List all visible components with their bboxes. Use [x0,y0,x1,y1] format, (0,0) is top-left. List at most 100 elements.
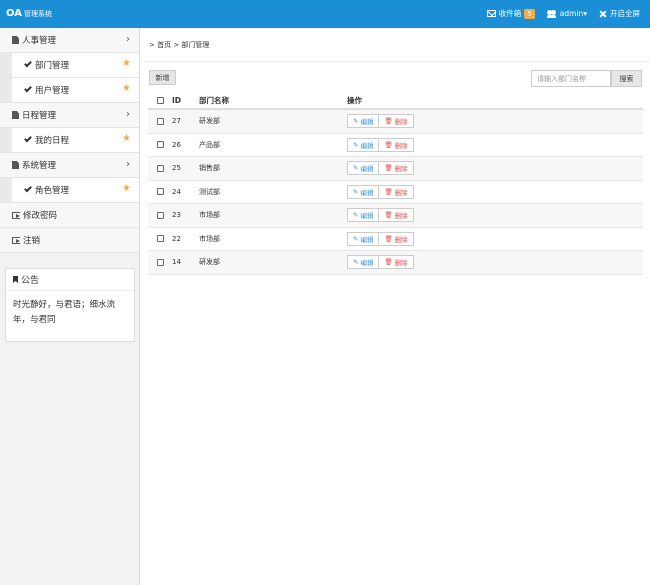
edit-button[interactable]: ✎ 编辑 [347,231,380,246]
sidebar-item-users[interactable]: 用户管理 ★ [0,78,139,103]
edit-button[interactable]: ✎ 编辑 [347,255,380,270]
row-department-name: 测试部 [199,187,220,196]
delete-button[interactable]: 🗑 删除 [379,255,414,270]
row-select-cell [148,117,172,125]
edit-label: 编辑 [360,141,374,150]
edit-label: 编辑 [360,118,374,127]
sign-out-icon [12,211,20,219]
trash-icon: 🗑 [384,234,393,243]
top-bar: OA 管理系统 收件箱 5 admin▾ 开启全屏 [0,0,650,28]
sidebar-group-hr[interactable]: 人事管理 › [0,28,139,53]
sidebar-item-label: 我的日程 [35,136,70,146]
inbox-label: 收件箱 [498,9,522,18]
table-row: 24 测试部 ✎ 编辑 🗑 删除 [148,181,643,204]
sidebar-item-roles[interactable]: 角色管理 ★ [0,178,139,203]
table-row: 14 研发部 ✎ 编辑 🗑 删除 [148,251,643,275]
row-checkbox[interactable] [156,235,164,243]
row-select-cell [148,258,172,266]
edit-label: 编辑 [360,165,374,174]
row-actions: ✎ 编辑 🗑 删除 [347,255,643,270]
edit-button[interactable]: ✎ 编辑 [347,114,380,129]
row-actions: ✎ 编辑 🗑 删除 [347,208,643,223]
sidebar-group-schedule[interactable]: 日程管理 › [0,103,139,128]
edit-icon: ✎ [353,187,359,196]
inbox-count-badge: 5 [524,8,535,19]
user-name: admin▾ [559,9,587,18]
trash-icon: 🗑 [384,211,393,220]
row-checkbox[interactable] [156,141,164,149]
app-brand[interactable]: OA 管理系统 [6,8,52,19]
sidebar-item-logout[interactable]: 注销 [0,228,139,253]
check-icon [24,184,32,193]
sidebar-group-system[interactable]: 系统管理 › [0,153,139,178]
table-header: ID 部门名称 操作 [148,92,643,110]
select-all-checkbox[interactable] [156,96,164,104]
delete-label: 删除 [394,118,408,127]
sidebar-group-label: 系统管理 [22,161,57,171]
row-checkbox[interactable] [156,164,164,172]
add-department-button[interactable]: 新增 [149,70,176,85]
edit-icon: ✎ [353,258,359,267]
main-content: > 首页 > 部门管理 新增 搜索 ID 部门名称 操作 27研发部✎编辑🗑删除… [141,28,650,585]
search-button[interactable]: 搜索 [611,70,642,87]
row-checkbox[interactable] [156,188,164,196]
sidebar-item-change-password[interactable]: 修改密码 [0,203,139,228]
row-checkbox[interactable] [156,211,164,219]
sidebar-item-label: 注销 [23,236,41,246]
chevron-right-icon: › [126,159,130,170]
fullscreen-label: 开启全屏 [610,9,640,18]
search-input[interactable] [531,70,611,87]
file-icon [12,161,19,169]
sidebar-item-department[interactable]: 部门管理 ★ [0,53,139,78]
row-checkbox[interactable] [156,117,164,125]
chevron-right-icon: › [126,109,130,120]
row-actions: ✎ 编辑 🗑 删除 [347,161,643,176]
row-department-name: 市场部 [199,234,220,243]
user-menu-button[interactable]: admin▾ [546,9,587,18]
brand-logo-text: OA [6,8,22,19]
row-select-cell [148,211,172,219]
row-select-cell [148,235,172,243]
row-checkbox[interactable] [156,258,164,266]
delete-button[interactable]: 🗑 删除 [379,231,414,246]
expand-icon [599,10,607,18]
delete-button[interactable]: 🗑 删除 [379,208,414,223]
fullscreen-button[interactable]: 开启全屏 [599,8,640,19]
file-icon [12,111,19,119]
edit-button[interactable]: ✎ 编辑 [347,161,380,176]
delete-label: 删除 [394,212,408,221]
delete-button[interactable]: 🗑 删除 [379,137,414,152]
row-department-name: 研发部 [199,117,220,126]
inbox-button[interactable]: 收件箱 5 [486,8,535,19]
edit-icon: ✎ [353,164,359,173]
star-icon: ★ [122,133,131,144]
edit-button[interactable]: ✎ 编辑 [347,208,380,223]
row-select-cell [148,141,172,149]
edit-label: 编辑 [360,235,374,244]
notice-title: 公告 [21,276,40,286]
trash-icon: 🗑 [384,117,393,126]
edit-button[interactable]: ✎ 编辑 [347,137,380,152]
delete-button[interactable]: 🗑 删除 [379,184,414,199]
notice-panel: 公告 时光静好，与君语；细水流年，与君同 [5,268,135,342]
column-header-actions: 操作 [347,95,362,105]
delete-button[interactable]: 🗑 删除 [379,114,414,129]
delete-button[interactable]: 🗑 删除 [379,161,414,176]
edit-icon: ✎ [353,234,359,243]
edit-label: 编辑 [360,259,374,268]
edit-icon: ✎ [353,117,359,126]
table-row: 25 销售部 ✎ 编辑 🗑 删除 [148,157,643,181]
edit-label: 编辑 [360,188,374,197]
sidebar-item-my-schedule[interactable]: 我的日程 ★ [0,128,139,153]
notice-body: 时光静好，与君语；细水流年，与君同 [13,300,116,325]
edit-button[interactable]: ✎ 编辑 [347,184,380,199]
row-id: 26 [172,140,181,149]
row-actions: ✎ 编辑 🗑 删除 [347,137,643,152]
row-select-cell [148,188,172,196]
column-header-id: ID [172,95,182,105]
sidebar-group-label: 日程管理 [22,111,57,121]
delete-label: 删除 [394,188,408,197]
check-icon [24,84,32,93]
file-icon [12,36,19,44]
row-id: 25 [172,164,181,173]
